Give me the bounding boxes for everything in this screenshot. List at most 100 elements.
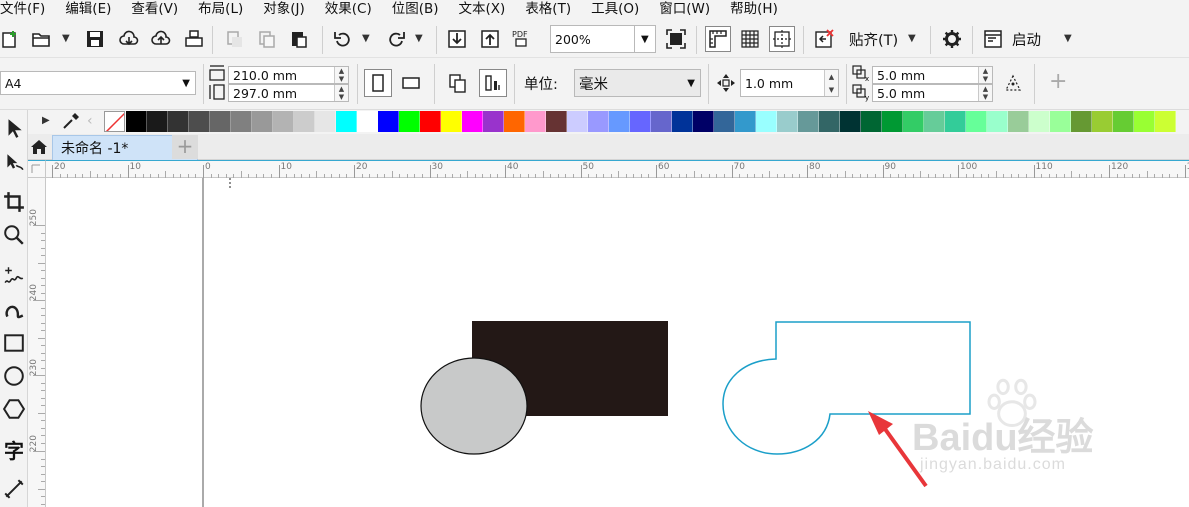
- import-icon[interactable]: [446, 28, 468, 50]
- copy-icon[interactable]: [256, 28, 278, 50]
- launch-dropdown-caret[interactable]: ▼: [1064, 33, 1072, 44]
- page-size-select[interactable]: A4 ▼: [0, 71, 196, 95]
- menu-item[interactable]: 文本(X): [449, 0, 516, 20]
- color-swatch[interactable]: [189, 111, 210, 132]
- show-rulers-icon[interactable]: [705, 26, 731, 52]
- color-swatch[interactable]: [1155, 111, 1176, 132]
- color-swatch[interactable]: [609, 111, 630, 132]
- page-width-spinner[interactable]: ▲ ▼: [334, 67, 348, 83]
- color-swatch[interactable]: [294, 111, 315, 132]
- eyedropper-icon[interactable]: [61, 111, 81, 131]
- page-width-field[interactable]: 210.0 mm: [228, 66, 349, 84]
- redo-icon[interactable]: [385, 28, 407, 50]
- treat-as-filled-icon[interactable]: [1002, 72, 1024, 94]
- color-swatch[interactable]: [126, 111, 147, 132]
- pick-tool-icon[interactable]: [0, 114, 28, 142]
- all-pages-icon[interactable]: [447, 72, 469, 94]
- gray-ellipse[interactable]: [420, 357, 528, 455]
- color-swatch[interactable]: [462, 111, 483, 132]
- color-swatch[interactable]: [693, 111, 714, 132]
- color-swatch[interactable]: [315, 111, 336, 132]
- menu-item[interactable]: 工具(O): [581, 0, 649, 20]
- cut-icon[interactable]: [224, 28, 246, 50]
- open-folder-icon[interactable]: [30, 28, 52, 50]
- launch-icon[interactable]: [982, 28, 1004, 50]
- color-swatch[interactable]: [210, 111, 231, 132]
- crop-tool-icon[interactable]: [0, 188, 28, 216]
- color-swatch[interactable]: [1050, 111, 1071, 132]
- zoom-dropdown-button[interactable]: ▼: [634, 25, 656, 53]
- ruler-origin[interactable]: [28, 160, 46, 178]
- color-swatch[interactable]: [231, 111, 252, 132]
- color-swatch[interactable]: [441, 111, 462, 132]
- color-swatch[interactable]: [504, 111, 525, 132]
- color-swatch[interactable]: [525, 111, 546, 132]
- snap-dropdown-caret[interactable]: ▼: [908, 33, 916, 44]
- shape-tool-icon[interactable]: [0, 148, 28, 176]
- dimension-tool-icon[interactable]: [0, 475, 28, 503]
- polygon-tool-icon[interactable]: [0, 395, 28, 423]
- color-swatch[interactable]: [483, 111, 504, 132]
- freehand-tool-icon[interactable]: [0, 262, 28, 290]
- open-dropdown-caret[interactable]: ▼: [62, 33, 70, 44]
- export-pdf-icon[interactable]: PDF: [511, 27, 533, 49]
- vertical-ruler[interactable]: 250 240 230 220: [28, 178, 46, 507]
- duplicate-x-spinner[interactable]: ▲ ▼: [978, 67, 992, 83]
- color-swatch[interactable]: [945, 111, 966, 132]
- color-swatch[interactable]: [903, 111, 924, 132]
- color-swatch[interactable]: [1071, 111, 1092, 132]
- show-guidelines-icon[interactable]: [769, 26, 795, 52]
- color-swatch[interactable]: [1008, 111, 1029, 132]
- page-height-field[interactable]: 297.0 mm: [228, 84, 349, 102]
- color-swatch[interactable]: [1092, 111, 1113, 132]
- color-swatch[interactable]: [378, 111, 399, 132]
- no-fill-swatch[interactable]: [104, 111, 125, 132]
- color-swatch[interactable]: [756, 111, 777, 132]
- color-swatch[interactable]: [714, 111, 735, 132]
- menu-item[interactable]: 位图(B): [382, 0, 449, 20]
- color-swatch[interactable]: [672, 111, 693, 132]
- color-swatch[interactable]: [987, 111, 1008, 132]
- color-swatch[interactable]: [861, 111, 882, 132]
- ellipse-tool-icon[interactable]: [0, 362, 28, 390]
- nudge-spinner[interactable]: ▲ ▼: [824, 70, 838, 96]
- zoom-to-page-icon[interactable]: [665, 28, 687, 50]
- color-swatch[interactable]: [273, 111, 294, 132]
- color-swatch[interactable]: [735, 111, 756, 132]
- menu-item[interactable]: 编辑(E): [55, 0, 121, 20]
- zoom-tool-icon[interactable]: [0, 221, 28, 249]
- rectangle-tool-icon[interactable]: [0, 329, 28, 357]
- launch-label[interactable]: 启动: [1012, 29, 1041, 50]
- menu-item[interactable]: 效果(C): [315, 0, 382, 20]
- color-swatch[interactable]: [966, 111, 987, 132]
- show-grid-icon[interactable]: [739, 28, 761, 50]
- artistic-media-tool-icon[interactable]: [0, 296, 28, 324]
- color-swatch[interactable]: [147, 111, 168, 132]
- landscape-orientation-icon[interactable]: [400, 72, 422, 94]
- menu-item[interactable]: 表格(T): [515, 0, 581, 20]
- color-swatch[interactable]: [168, 111, 189, 132]
- current-page-icon[interactable]: [479, 69, 507, 97]
- home-icon[interactable]: [30, 138, 48, 156]
- color-swatch[interactable]: [798, 111, 819, 132]
- drawing-canvas[interactable]: Baidu经验 jingyan.baidu.com: [46, 178, 1189, 507]
- cloud-download-icon[interactable]: [118, 28, 140, 50]
- color-swatch[interactable]: [777, 111, 798, 132]
- menu-item[interactable]: 帮助(H): [720, 0, 788, 20]
- color-swatch[interactable]: [840, 111, 861, 132]
- menu-item[interactable]: 对象(J): [253, 0, 315, 20]
- color-swatch[interactable]: [651, 111, 672, 132]
- save-icon[interactable]: [84, 28, 106, 50]
- text-tool-icon[interactable]: 字: [0, 435, 28, 463]
- color-swatch[interactable]: [1134, 111, 1155, 132]
- color-swatch[interactable]: [588, 111, 609, 132]
- duplicate-y-field[interactable]: 5.0 mm: [872, 84, 993, 102]
- palette-scroll-left-icon[interactable]: ▶: [42, 115, 50, 126]
- undo-dropdown-caret[interactable]: ▼: [362, 33, 370, 44]
- cloud-upload-icon[interactable]: [150, 28, 172, 50]
- palette-back-icon[interactable]: ‹: [87, 113, 93, 129]
- color-swatch[interactable]: [252, 111, 273, 132]
- color-swatch[interactable]: [357, 111, 378, 132]
- gear-icon[interactable]: [941, 28, 963, 50]
- horizontal-ruler[interactable]: 20100102030405060708090100110120130: [28, 160, 1189, 178]
